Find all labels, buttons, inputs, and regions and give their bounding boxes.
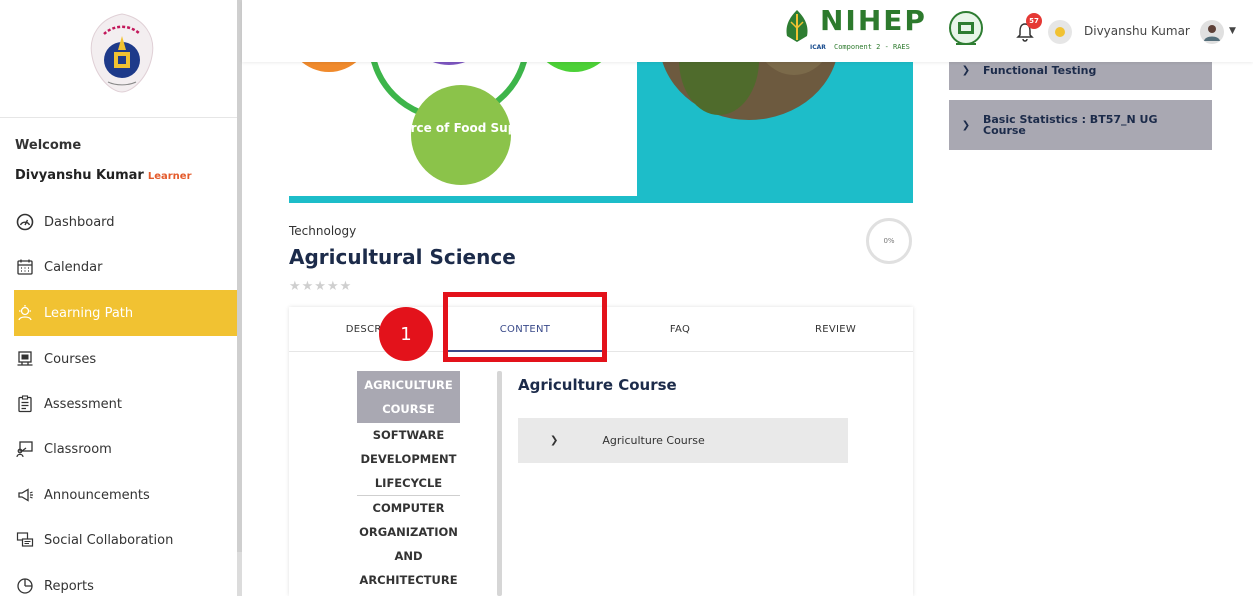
module-line: ARCHITECTURE xyxy=(359,573,458,587)
brand-text: NIHEP xyxy=(820,4,927,37)
sidebar-item-reports[interactable]: Reports xyxy=(14,563,238,596)
sidebar-item-assessment[interactable]: Assessment xyxy=(14,381,238,427)
avatar[interactable] xyxy=(1048,20,1072,44)
module-line: DEVELOPMENT xyxy=(360,452,457,466)
module-line: LIFECYCLE xyxy=(374,476,443,490)
tab-review[interactable]: REVIEW xyxy=(758,307,913,352)
sidebar-item-classroom[interactable]: Classroom xyxy=(14,426,238,472)
module-line: COMPUTER xyxy=(372,501,445,515)
module-item-agriculture-course[interactable]: AGRICULTURE COURSE xyxy=(357,371,460,423)
sidebar-item-label: Courses xyxy=(44,351,97,367)
sidebar-item-label: Announcements xyxy=(44,487,150,503)
megaphone-icon xyxy=(14,484,36,506)
module-line: AND xyxy=(394,549,423,563)
university-emblem-icon xyxy=(949,11,983,45)
tab-label: FAQ xyxy=(669,324,691,335)
chevron-down-icon: ❯ xyxy=(550,435,559,446)
learning-path-icon xyxy=(14,302,36,324)
sidebar-item-label: Calendar xyxy=(44,259,103,275)
chevron-down-icon: ❯ xyxy=(961,119,971,131)
module-item-computer-organization[interactable]: COMPUTER ORGANIZATION AND ARCHITECTURE xyxy=(357,495,460,592)
gauge-icon xyxy=(14,211,36,233)
sidebar-item-learning-path[interactable]: Learning Path xyxy=(14,290,238,336)
right-course-label: Functional Testing xyxy=(983,63,1097,77)
courses-icon xyxy=(14,348,36,370)
right-course-label: Basic Statistics : BT57_N UG Course xyxy=(983,113,1158,137)
callout-highlight-box xyxy=(443,292,607,362)
sidebar-item-label: Dashboard xyxy=(44,214,115,230)
module-list-scrollbar[interactable] xyxy=(497,371,502,596)
header-user-name[interactable]: Divyanshu Kumar xyxy=(1084,24,1190,38)
top-header: NIHEP ICAR Component 2 - RAES 57 Divyans… xyxy=(242,0,1253,62)
sidebar-item-announcements[interactable]: Announcements xyxy=(14,472,238,518)
course-title: Agricultural Science xyxy=(289,245,516,269)
sidebar-item-label: Assessment xyxy=(44,396,122,412)
chevron-down-icon: ❯ xyxy=(961,64,971,76)
sidebar-item-courses[interactable]: Courses xyxy=(14,336,238,382)
content-title: Agriculture Course xyxy=(518,376,677,394)
module-line: AGRICULTURE xyxy=(364,378,453,392)
module-list: AGRICULTURE COURSE SOFTWARE DEVELOPMENT … xyxy=(357,371,460,592)
sidebar: Welcome Divyanshu Kumar Learner Dashboard… xyxy=(0,0,238,596)
clipboard-icon xyxy=(14,393,36,415)
sidebar-user: Divyanshu Kumar Learner xyxy=(15,168,192,183)
sidebar-item-calendar[interactable]: Calendar xyxy=(14,244,238,290)
content-accordion-item[interactable]: ❯ Agriculture Course xyxy=(518,418,848,463)
module-line: ORGANIZATION xyxy=(359,525,458,539)
app-root: Welcome Divyanshu Kumar Learner Dashboard… xyxy=(0,0,1253,596)
banner-circle-label: Source of Food Supply xyxy=(385,121,537,135)
progress-ring: 0% xyxy=(866,218,912,264)
accordion-label: Agriculture Course xyxy=(602,434,705,447)
notification-count-badge: 57 xyxy=(1026,13,1042,29)
rating-stars[interactable]: ★★★★★ xyxy=(289,279,352,294)
callout-number-marker: 1 xyxy=(379,307,433,361)
sidebar-item-label: Classroom xyxy=(44,441,112,457)
avatar-inner xyxy=(1055,27,1065,37)
user-role-badge: Learner xyxy=(147,171,192,182)
welcome-label: Welcome xyxy=(15,138,82,153)
sidebar-item-dashboard[interactable]: Dashboard xyxy=(14,199,238,245)
module-item-software-development-lifecycle[interactable]: SOFTWARE DEVELOPMENT LIFECYCLE xyxy=(357,423,460,495)
module-line: SOFTWARE xyxy=(372,428,445,442)
right-course-item-basic-statistics[interactable]: ❯ Basic Statistics : BT57_N UG Course xyxy=(949,100,1212,150)
logo-area xyxy=(0,0,238,118)
sidebar-item-label: Social Collaboration xyxy=(44,532,174,548)
user-menu-caret-icon[interactable]: ▼ xyxy=(1229,26,1236,36)
user-photo-icon[interactable] xyxy=(1200,20,1224,44)
icar-logo[interactable] xyxy=(78,8,166,96)
sidebar-item-label: Reports xyxy=(44,578,94,594)
sidebar-item-label: Learning Path xyxy=(44,305,134,321)
tab-label: REVIEW xyxy=(814,324,857,335)
module-line: COURSE xyxy=(382,402,435,416)
tab-faq[interactable]: FAQ xyxy=(602,307,758,352)
chat-icon xyxy=(14,529,36,551)
classroom-icon xyxy=(14,438,36,460)
icar-mini-label: ICAR xyxy=(810,44,826,51)
pie-chart-icon xyxy=(14,575,36,596)
sidebar-item-social-collaboration[interactable]: Social Collaboration xyxy=(14,517,238,563)
brand-subtitle: Component 2 - RAES xyxy=(834,43,910,51)
nahep-brand: NIHEP xyxy=(820,4,927,37)
sidebar-scrollbar-thumb[interactable] xyxy=(237,0,242,552)
calendar-icon xyxy=(14,256,36,278)
sidebar-user-name: Divyanshu Kumar xyxy=(15,168,144,183)
course-category: Technology xyxy=(289,224,357,238)
